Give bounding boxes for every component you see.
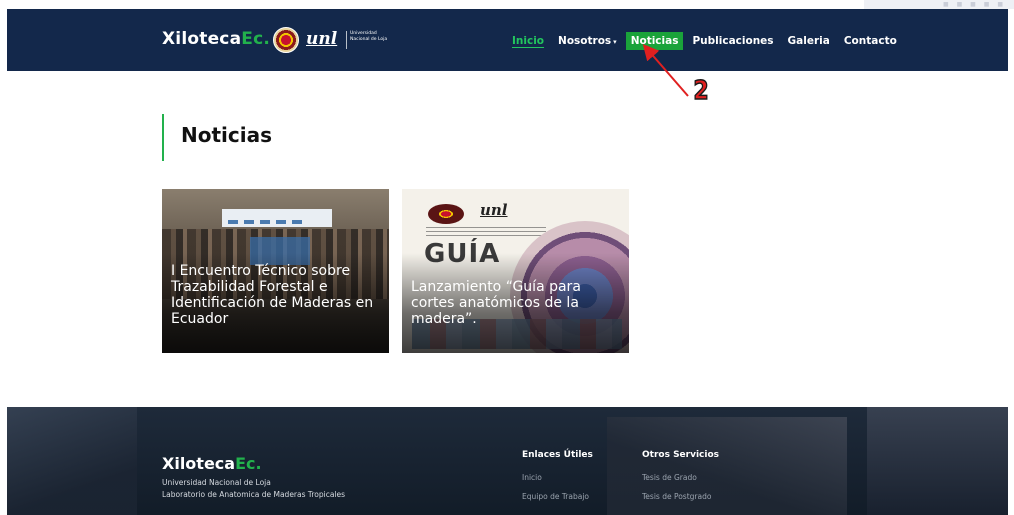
footer-link-tesis-postgrado[interactable]: Tesis de Postgrado bbox=[642, 492, 711, 501]
nav-item-noticias[interactable]: Noticias bbox=[625, 32, 684, 50]
footer-services-title: Otros Servicios bbox=[642, 450, 720, 460]
brand-logo[interactable]: XilotecaEc. bbox=[162, 29, 270, 49]
footer-link-inicio[interactable]: Inicio bbox=[522, 473, 542, 482]
footer-brand-main: Xiloteca bbox=[162, 454, 236, 473]
university-seal-icon bbox=[428, 204, 464, 224]
navbar: XilotecaEc. unl Universidad Nacional de … bbox=[7, 9, 1008, 71]
footer-brand: XilotecaEc. bbox=[162, 454, 262, 473]
logo-divider bbox=[346, 31, 347, 49]
unl-logo: unl bbox=[306, 29, 338, 49]
cover-text-lines bbox=[426, 227, 546, 239]
footer-university: Universidad Nacional de Loja bbox=[162, 478, 271, 487]
heading-accent-bar bbox=[162, 114, 164, 161]
footer-brand-accent: Ec. bbox=[235, 454, 262, 473]
news-card[interactable]: I Encuentro Técnico sobre Trazabilidad F… bbox=[162, 189, 389, 353]
news-card-title[interactable]: I Encuentro Técnico sobre Trazabilidad F… bbox=[171, 263, 383, 327]
nav-item-nosotros-label: Nosotros bbox=[558, 35, 612, 47]
main-nav: Inicio Nosotros ▾ Noticias Publicaciones … bbox=[507, 32, 906, 50]
annotation-number: 2 bbox=[693, 75, 710, 107]
unl-logo-text: Universidad Nacional de Loja bbox=[350, 31, 388, 42]
nav-item-inicio[interactable]: Inicio bbox=[507, 32, 549, 50]
university-seal-icon bbox=[273, 27, 299, 53]
page: ■ ■ ■ ■ ■ XilotecaEc. unl Universidad Na… bbox=[0, 0, 1014, 515]
footer-link-equipo[interactable]: Equipo de Trabajo bbox=[522, 492, 589, 501]
footer-links-title: Enlaces Útiles bbox=[522, 450, 593, 460]
news-card[interactable]: unl GUÍA Lanzamiento “Guía para cortes a… bbox=[402, 189, 629, 353]
corner-decoration: ■ ■ ■ ■ ■ bbox=[864, 0, 1014, 9]
footer-lab: Laboratorio de Anatomica de Maderas Trop… bbox=[162, 490, 346, 499]
footer-background-image bbox=[7, 407, 137, 515]
footer-link-tesis-grado[interactable]: Tesis de Grado bbox=[642, 473, 697, 482]
nav-item-contacto[interactable]: Contacto bbox=[839, 32, 902, 50]
footer-background-image bbox=[867, 407, 1008, 515]
chevron-down-icon: ▾ bbox=[613, 38, 617, 46]
footer: XilotecaEc. Universidad Nacional de Loja… bbox=[7, 407, 1008, 515]
unl-logo: unl bbox=[480, 201, 508, 219]
brand-accent: Ec. bbox=[241, 29, 270, 49]
nav-item-nosotros[interactable]: Nosotros ▾ bbox=[553, 32, 622, 50]
news-card-title[interactable]: Lanzamiento “Guía para cortes anatómicos… bbox=[411, 279, 611, 327]
event-banner-image bbox=[222, 209, 332, 227]
nav-item-galeria[interactable]: Galeria bbox=[783, 32, 835, 50]
brand-main: Xiloteca bbox=[162, 29, 242, 49]
nav-item-publicaciones[interactable]: Publicaciones bbox=[687, 32, 778, 50]
page-title: Noticias bbox=[181, 123, 273, 147]
